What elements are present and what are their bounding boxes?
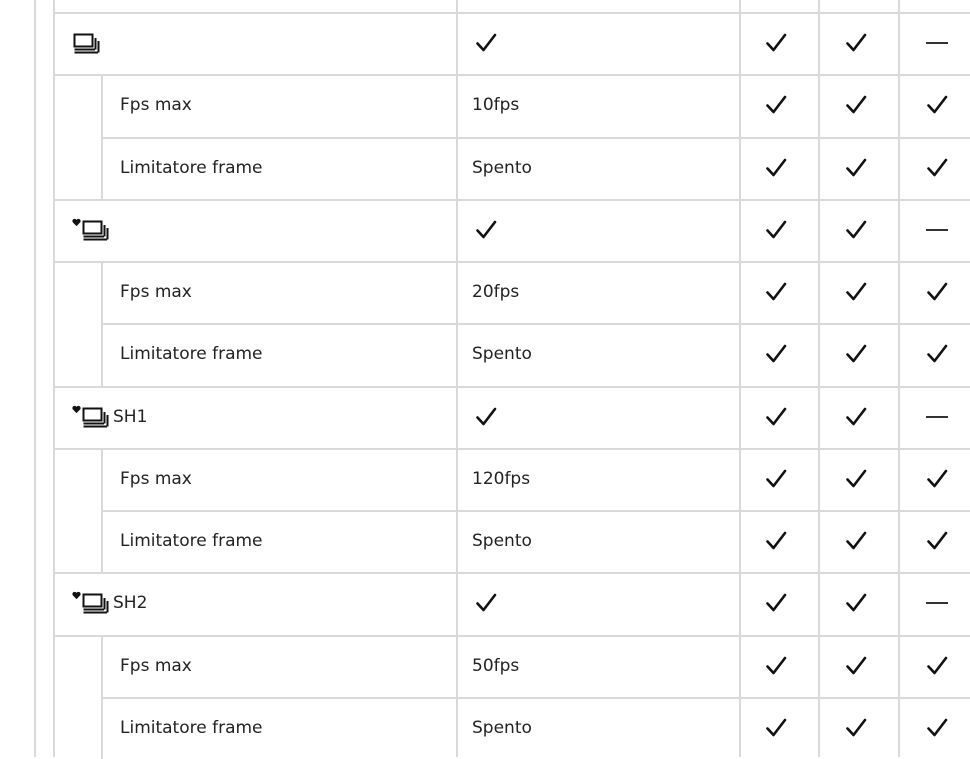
row-divider [53, 261, 970, 263]
check-icon [765, 219, 787, 241]
column-divider [34, 0, 36, 757]
check-icon [765, 530, 787, 552]
check-icon [475, 219, 497, 241]
check-icon [845, 592, 867, 614]
check-icon [765, 717, 787, 739]
check-icon [765, 406, 787, 428]
setting-value: Spento [472, 531, 532, 551]
row-divider [101, 510, 970, 512]
check-icon [845, 655, 867, 677]
check-icon [845, 530, 867, 552]
check-icon [765, 157, 787, 179]
column-divider [456, 0, 458, 757]
check-icon [845, 406, 867, 428]
row-divider [101, 323, 970, 325]
check-icon [765, 468, 787, 490]
setting-label: Limitatore frame [120, 718, 263, 738]
silent-heart-icon [72, 591, 81, 600]
dash-mark [926, 42, 948, 44]
check-icon [845, 32, 867, 54]
row-divider [53, 448, 970, 450]
check-icon [765, 343, 787, 365]
check-icon [845, 219, 867, 241]
setting-value: 20fps [472, 282, 519, 302]
row-divider [53, 12, 970, 14]
check-icon [475, 32, 497, 54]
check-icon [845, 94, 867, 116]
silent-heart-icon [72, 218, 81, 227]
check-icon [926, 157, 948, 179]
check-icon [845, 343, 867, 365]
row-divider [53, 74, 970, 76]
check-icon [845, 717, 867, 739]
check-icon [926, 468, 948, 490]
check-icon [475, 406, 497, 428]
column-divider [898, 0, 900, 757]
setting-label: Fps max [120, 95, 192, 115]
check-icon [765, 281, 787, 303]
sequential-shooting-icon [73, 32, 103, 54]
check-icon [475, 592, 497, 614]
setting-label: Limitatore frame [120, 531, 263, 551]
check-icon [765, 32, 787, 54]
column-divider [53, 0, 55, 757]
check-icon [845, 157, 867, 179]
setting-value: 120fps [472, 469, 530, 489]
check-icon [845, 468, 867, 490]
silent-heart-icon [72, 405, 81, 414]
setting-value: Spento [472, 158, 532, 178]
dash-mark [926, 229, 948, 231]
check-icon [845, 281, 867, 303]
setting-label: Fps max [120, 469, 192, 489]
setting-label: Fps max [120, 656, 192, 676]
column-divider [818, 0, 820, 757]
row-divider [101, 137, 970, 139]
sequential-shooting-icon [82, 219, 112, 241]
dash-mark [926, 416, 948, 418]
check-icon [926, 281, 948, 303]
row-divider [53, 635, 970, 637]
check-icon [926, 343, 948, 365]
check-icon [765, 592, 787, 614]
check-icon [926, 530, 948, 552]
check-icon [926, 655, 948, 677]
sequential-shooting-icon [82, 406, 112, 428]
check-icon [926, 94, 948, 116]
row-divider [101, 697, 970, 699]
sequential-shooting-icon [82, 592, 112, 614]
setting-label: Fps max [120, 282, 192, 302]
mode-suffix: SH2 [113, 593, 147, 613]
row-divider [53, 386, 970, 388]
check-icon [765, 94, 787, 116]
setting-value: 10fps [472, 95, 519, 115]
column-divider [739, 0, 741, 757]
check-icon [926, 717, 948, 739]
setting-value: Spento [472, 344, 532, 364]
row-divider [53, 572, 970, 574]
setting-value: 50fps [472, 656, 519, 676]
setting-value: Spento [472, 718, 532, 738]
dash-mark [926, 602, 948, 604]
mode-suffix: SH1 [113, 407, 147, 427]
setting-label: Limitatore frame [120, 158, 263, 178]
setting-label: Limitatore frame [120, 344, 263, 364]
check-icon [765, 655, 787, 677]
row-divider [53, 199, 970, 201]
